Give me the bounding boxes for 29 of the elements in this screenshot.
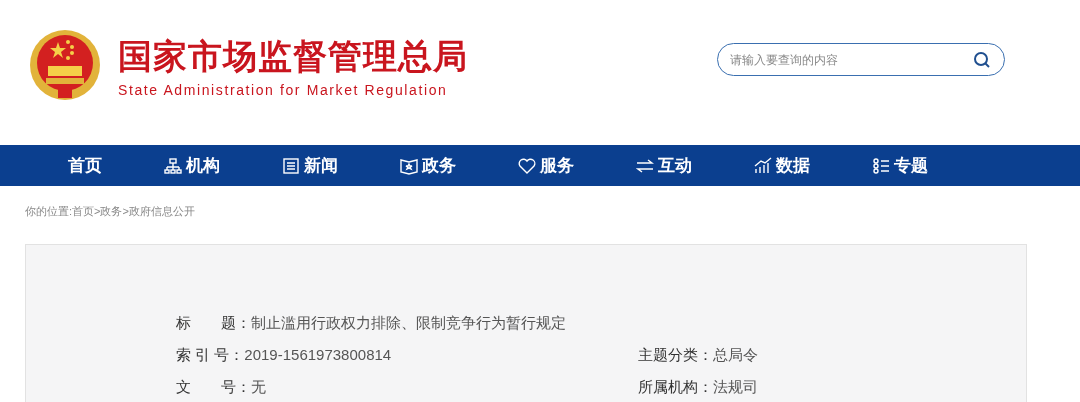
- bar-chart-icon: [754, 156, 772, 175]
- field-value: 总局令: [713, 344, 758, 365]
- field-label: 主题分类：: [638, 344, 713, 365]
- field-value: 无: [251, 376, 266, 397]
- nav-link[interactable]: 新闻: [282, 152, 338, 179]
- field-value: 2019-1561973800814: [244, 344, 392, 365]
- nav-link[interactable]: 服务: [518, 152, 574, 179]
- document-icon: [282, 156, 300, 175]
- site-title: 国家市场监督管理总局: [118, 36, 468, 76]
- nav-link[interactable]: 政务: [400, 152, 456, 179]
- field-label: 索 引 号：: [176, 344, 245, 365]
- field-label: 所属机构：: [638, 376, 713, 397]
- list-icon: [872, 156, 890, 175]
- search-icon[interactable]: [973, 51, 991, 69]
- hierarchy-icon: [164, 156, 182, 175]
- site-subtitle: State Administration for Market Regulation: [118, 81, 449, 100]
- field-label: 标 题：: [176, 312, 251, 333]
- nav-link[interactable]: 数据: [754, 152, 810, 179]
- field-value: 制止滥用行政权力排除、限制竞争行为暂行规定: [251, 312, 566, 333]
- nav-link[interactable]: 首页: [68, 152, 102, 179]
- nav-link[interactable]: 专题: [872, 152, 928, 179]
- nav-link[interactable]: 互动: [636, 152, 692, 179]
- breadcrumb: 你的位置:首页>政务>政府信息公开: [25, 205, 195, 217]
- book-icon: [400, 156, 418, 175]
- search-field[interactable]: 请输入要查询的内容: [717, 43, 1005, 76]
- field-label: 文 号：: [176, 376, 251, 397]
- nav-link[interactable]: 机构: [164, 152, 220, 179]
- field-value: 法规司: [713, 376, 758, 397]
- heart-icon: [518, 156, 536, 175]
